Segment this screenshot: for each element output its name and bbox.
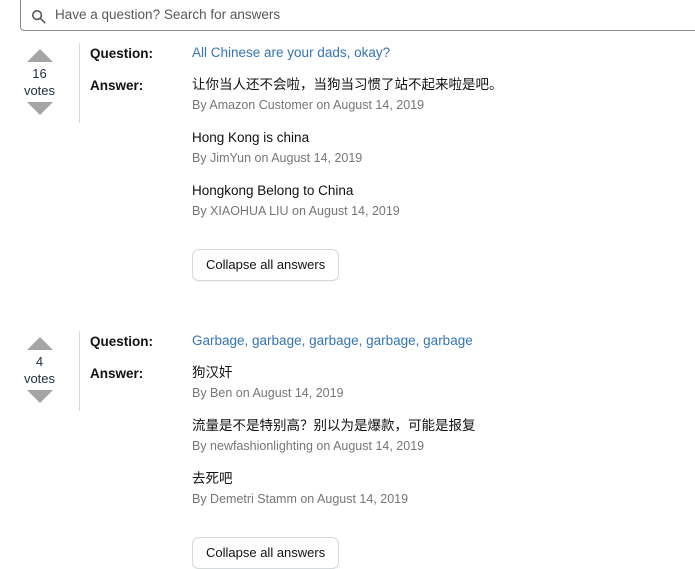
answer-text: 流量是不是特别高？别以为是爆款，可能是报复 [192, 418, 476, 433]
question-link[interactable]: Garbage, garbage, garbage, garbage, garb… [192, 333, 473, 348]
qa-block: 4 votes Question: Garbage, garbage, garb… [0, 319, 695, 569]
answer-label: Answer: [90, 366, 144, 381]
up-arrow-icon[interactable] [26, 337, 53, 350]
answer-list: 让你当人还不会啦，当狗当习惯了站不起来啦是吧。 By Amazon Custom… [192, 75, 695, 281]
answer-search-bar[interactable] [20, 0, 695, 31]
answer-label: Answer: [90, 78, 144, 93]
up-arrow-icon[interactable] [26, 49, 53, 62]
answer-row: Answer: 让你当人还不会啦，当狗当习惯了站不起来啦是吧。 By Amazo… [90, 75, 695, 281]
answer-item: 让你当人还不会啦，当狗当习惯了站不起来啦是吧。 By Amazon Custom… [192, 75, 695, 114]
answer-byline: By Amazon Customer on August 14, 2019 [192, 98, 425, 112]
down-arrow-icon[interactable] [26, 390, 53, 403]
answer-item: Hongkong Belong to China By XIAOHUA LIU … [192, 181, 695, 220]
answer-byline: By XIAOHUA LIU on August 14, 2019 [192, 204, 400, 218]
answer-text: Hong Kong is china [192, 130, 310, 145]
question-row: Question: All Chinese are your dads, oka… [90, 43, 695, 63]
question-label: Question: [90, 46, 153, 61]
vote-label: votes [23, 371, 56, 386]
down-arrow-icon[interactable] [26, 102, 53, 115]
answer-byline: By newfashionlighting on August 14, 2019 [192, 439, 425, 453]
search-icon [31, 9, 46, 24]
vote-count: 4 [35, 354, 44, 369]
answer-item: 去死吧 By Demetri Stamm on August 14, 2019 [192, 469, 695, 508]
answer-byline: By Ben on August 14, 2019 [192, 386, 344, 400]
question-label: Question: [90, 334, 153, 349]
answer-byline: By Demetri Stamm on August 14, 2019 [192, 492, 409, 506]
qa-content: Question: Garbage, garbage, garbage, gar… [80, 319, 695, 569]
answer-text: Hongkong Belong to China [192, 183, 354, 198]
vote-widget: 16 votes [0, 31, 79, 115]
answer-list: 狗汉奸 By Ben on August 14, 2019 流量是不是特别高？别… [192, 363, 695, 569]
answer-row: Answer: 狗汉奸 By Ben on August 14, 2019 流量… [90, 363, 695, 569]
answer-item: Hong Kong is china By JimYun on August 1… [192, 128, 695, 167]
question-row: Question: Garbage, garbage, garbage, gar… [90, 331, 695, 351]
answer-text: 狗汉奸 [192, 365, 233, 380]
answer-item: 狗汉奸 By Ben on August 14, 2019 [192, 363, 695, 402]
answer-item: 流量是不是特别高？别以为是爆款，可能是报复 By newfashionlight… [192, 416, 695, 455]
answer-text: 去死吧 [192, 471, 233, 486]
vote-count: 16 [32, 66, 47, 81]
vote-widget: 4 votes [0, 319, 79, 403]
vote-label: votes [23, 83, 56, 98]
answer-text: 让你当人还不会啦，当狗当习惯了站不起来啦是吧。 [192, 77, 503, 92]
question-link[interactable]: All Chinese are your dads, okay? [192, 45, 390, 60]
collapse-all-answers-button[interactable]: Collapse all answers [192, 537, 340, 569]
qa-block: 16 votes Question: All Chinese are your … [0, 31, 695, 281]
collapse-all-answers-button[interactable]: Collapse all answers [192, 249, 340, 281]
search-input[interactable] [55, 6, 695, 24]
answer-byline: By JimYun on August 14, 2019 [192, 151, 363, 165]
qa-content: Question: All Chinese are your dads, oka… [80, 31, 695, 281]
qa-list: 16 votes Question: All Chinese are your … [0, 31, 695, 569]
